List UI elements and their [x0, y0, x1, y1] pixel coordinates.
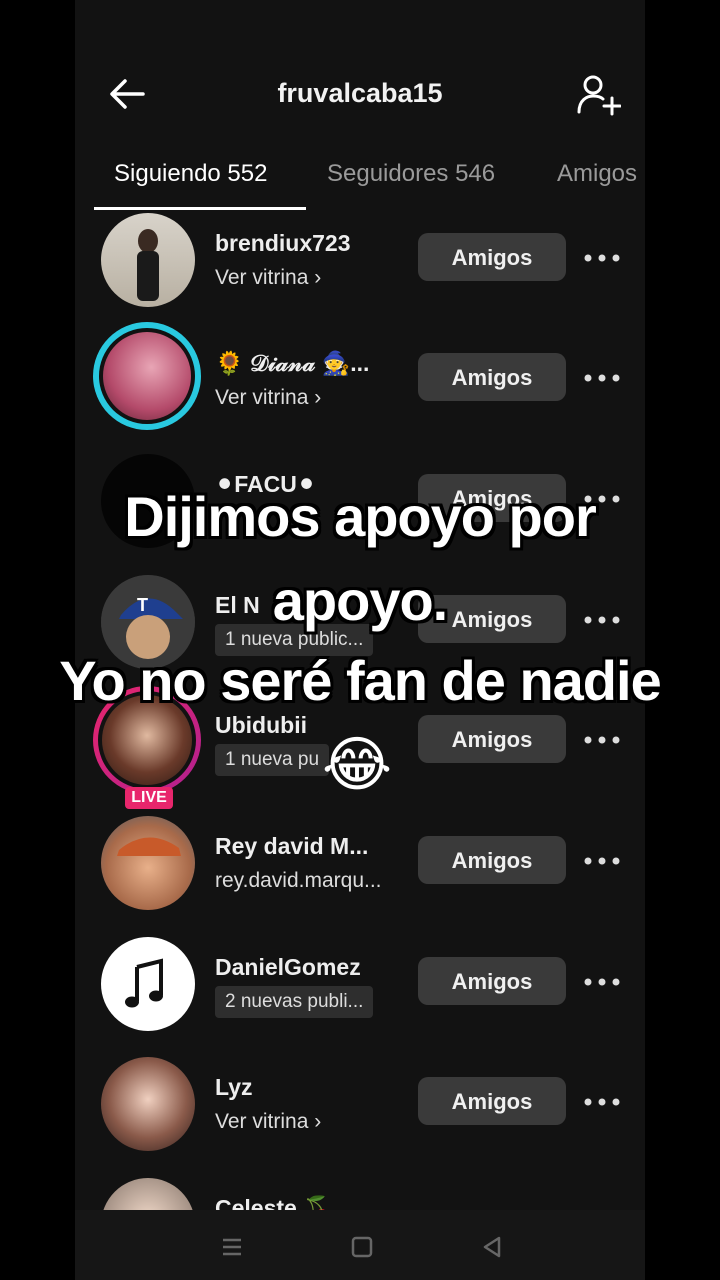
caption-line-2: apoyo. — [272, 569, 448, 632]
more-options-icon[interactable] — [580, 360, 624, 396]
caption-line-3: Yo no seré fan de nadie — [59, 649, 661, 712]
friends-button[interactable]: Amigos — [418, 353, 566, 401]
live-badge: LIVE — [125, 787, 173, 809]
laughing-emoji: 😂 — [322, 731, 393, 798]
tab-seguidores[interactable]: Seguidores 546 — [327, 160, 495, 188]
username[interactable]: brendiux723 — [215, 230, 351, 257]
showcase-link[interactable]: Ver vitrina › — [215, 266, 321, 290]
friends-button[interactable]: Amigos — [418, 1077, 566, 1125]
list-item[interactable]: 🌻 𝒟𝒾𝒶𝓃𝒶 🧙... Ver vitrina › Amigos — [75, 322, 645, 450]
phone-screen: fruvalcaba15 Siguiendo 552 Seguidores 54… — [75, 0, 645, 1280]
caption-line-1: Dijimos apoyo por — [124, 485, 597, 548]
more-options-icon[interactable] — [580, 722, 624, 758]
list-item[interactable]: Rey david M... rey.david.marqu... Amigos — [75, 813, 645, 933]
more-options-icon[interactable] — [580, 1084, 624, 1120]
back-triangle-icon[interactable] — [475, 1230, 509, 1264]
more-options-icon[interactable] — [580, 843, 624, 879]
list-item[interactable]: DanielGomez 2 nuevas publi... Amigos — [75, 934, 645, 1054]
showcase-link[interactable]: Ver vitrina › — [215, 386, 321, 410]
list-item[interactable]: brendiux723 Ver vitrina › Amigos — [75, 210, 645, 330]
friends-button[interactable]: Amigos — [418, 836, 566, 884]
avatar[interactable] — [101, 213, 195, 307]
tab-amigos[interactable]: Amigos — [557, 160, 637, 188]
username[interactable]: Rey david M... — [215, 833, 368, 860]
more-options-icon[interactable] — [580, 964, 624, 1000]
add-user-icon[interactable] — [575, 74, 621, 116]
tab-bar: Siguiendo 552 Seguidores 546 Amigos — [75, 150, 645, 212]
username[interactable]: Ubidubii — [215, 712, 307, 739]
friends-button[interactable]: Amigos — [418, 233, 566, 281]
username[interactable]: Celeste 🍒 — [215, 1195, 332, 1210]
avatar[interactable] — [101, 937, 195, 1031]
system-nav-bar — [75, 1210, 645, 1280]
new-posts-badge[interactable]: 1 nueva pu — [215, 744, 330, 776]
username[interactable]: DanielGomez — [215, 954, 361, 981]
page-title: fruvalcaba15 — [277, 78, 443, 108]
avatar[interactable] — [101, 1057, 195, 1151]
friends-button[interactable]: Amigos — [418, 715, 566, 763]
showcase-link[interactable]: Ver vitrina › — [215, 1110, 321, 1134]
avatar[interactable] — [101, 1178, 195, 1210]
list-item[interactable]: Lyz Ver vitrina › Amigos — [75, 1054, 645, 1174]
home-square-icon[interactable] — [345, 1230, 379, 1264]
friends-button[interactable]: Amigos — [418, 957, 566, 1005]
username[interactable]: Lyz — [215, 1074, 253, 1101]
avatar[interactable] — [101, 816, 195, 910]
new-posts-badge[interactable]: 2 nuevas publi... — [215, 986, 374, 1018]
more-options-icon[interactable] — [580, 240, 624, 276]
tab-siguiendo[interactable]: Siguiendo 552 — [114, 160, 267, 188]
music-note-icon — [125, 958, 163, 1008]
top-bar: fruvalcaba15 — [75, 60, 645, 130]
avatar[interactable] — [93, 322, 201, 430]
list-item[interactable]: Celeste 🍒 — [75, 1175, 645, 1210]
username[interactable]: 🌻 𝒟𝒾𝒶𝓃𝒶 🧙... — [215, 350, 369, 377]
user-handle: rey.david.marqu... — [215, 869, 382, 892]
menu-icon[interactable] — [215, 1230, 249, 1264]
